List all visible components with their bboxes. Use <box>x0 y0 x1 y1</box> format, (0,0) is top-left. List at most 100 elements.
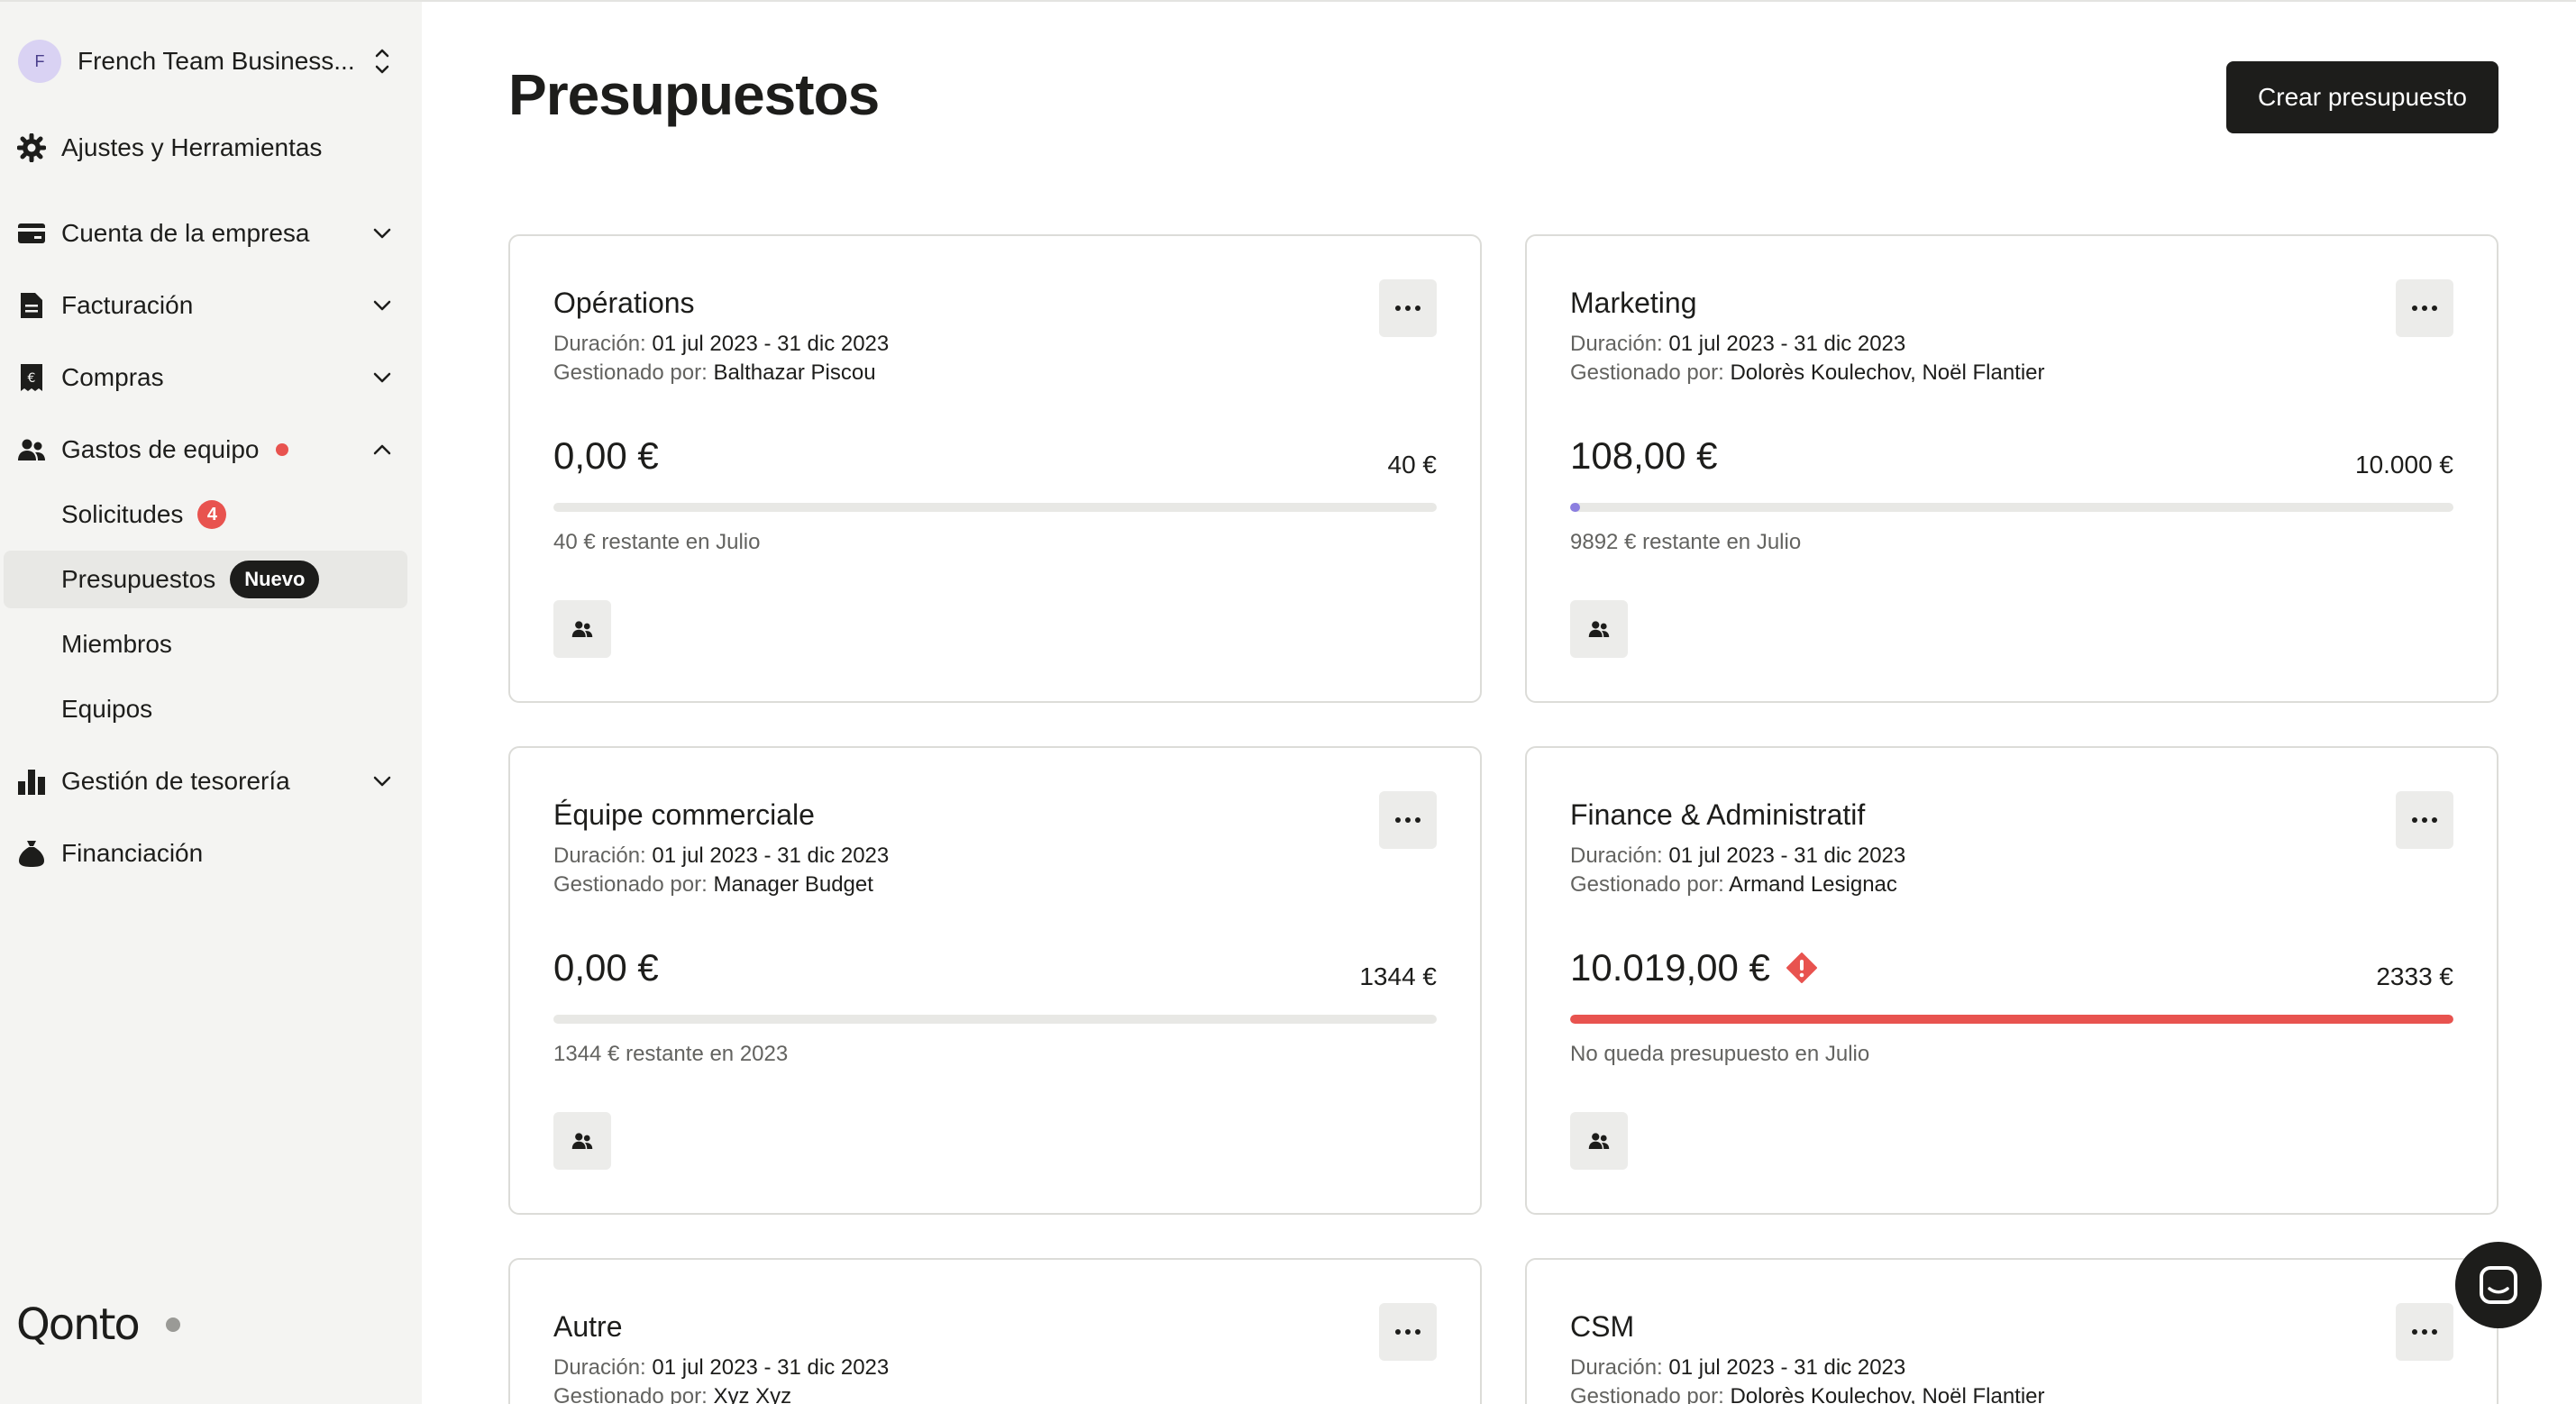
more-options-button[interactable] <box>1379 279 1437 337</box>
managers-value: Balthazar Piscou <box>713 360 876 385</box>
sidebar-item-label: Cuenta de la empresa <box>61 219 310 247</box>
spent-value: 10.019,00 € <box>1570 946 1770 989</box>
spent-value: 0,00 € <box>553 434 659 477</box>
managed-by-label: Gestionado por: <box>553 872 708 897</box>
budget-name: Autre <box>553 1310 623 1343</box>
sidebar-item-financing[interactable]: Financiación <box>16 828 404 879</box>
sidebar-item-purchases[interactable]: € Compras <box>16 352 404 403</box>
svg-text:€: € <box>28 371 36 386</box>
budget-managers: Gestionado por: Dolorès Koulechov, Noël … <box>1570 1384 2045 1404</box>
budget-limit: 10.000 € <box>2355 451 2453 479</box>
sidebar-item-label: Facturación <box>61 291 194 319</box>
budget-name: Marketing <box>1570 287 1697 319</box>
budget-card[interactable]: Autre Duración: 01 jul 2023 - 31 dic 202… <box>508 1258 1482 1404</box>
duration-value: 01 jul 2023 - 31 dic 2023 <box>652 1355 890 1380</box>
budget-duration: Duración: 01 jul 2023 - 31 dic 2023 <box>1570 332 1905 357</box>
duration-label: Duración: <box>1570 1355 1663 1380</box>
more-options-button[interactable] <box>1379 1303 1437 1361</box>
sidebar-subitem-budgets[interactable]: Presupuestos Nuevo <box>4 551 407 608</box>
page-title: Presupuestos <box>508 62 880 127</box>
sidebar-item-team-expenses[interactable]: Gastos de equipo <box>16 424 404 475</box>
budget-card[interactable]: Opérations Duración: 01 jul 2023 - 31 di… <box>508 234 1482 703</box>
budget-remaining: 1344 € restante en 2023 <box>553 1042 789 1066</box>
sidebar: F French Team Business... Ajustes y Herr… <box>0 2 422 1404</box>
sidebar-subitem-label: Solicitudes <box>61 500 184 528</box>
budget-managers: Gestionado por: Balthazar Piscou <box>553 360 876 386</box>
sidebar-item-settings[interactable]: Ajustes y Herramientas <box>16 123 404 173</box>
budget-managers: Gestionado por: Dolorès Koulechov, Noël … <box>1570 360 2045 386</box>
notification-dot <box>275 443 288 456</box>
budget-progress-bar <box>1570 1015 2453 1024</box>
duration-label: Duración: <box>553 1355 646 1380</box>
managers-value: Xyz Xyz <box>713 1384 792 1404</box>
managed-by-label: Gestionado por: <box>553 1384 708 1404</box>
budget-spent: 0,00 € <box>553 434 659 478</box>
duration-value: 01 jul 2023 - 31 dic 2023 <box>652 332 890 356</box>
team-icon <box>16 434 47 465</box>
sidebar-item-company-account[interactable]: Cuenta de la empresa <box>16 208 404 259</box>
requests-count-badge: 4 <box>197 500 227 529</box>
team-members-button[interactable] <box>553 600 611 658</box>
more-options-button[interactable] <box>2396 1303 2453 1361</box>
sidebar-subitem-teams[interactable]: Equipos <box>4 680 407 738</box>
duration-value: 01 jul 2023 - 31 dic 2023 <box>1668 843 1906 868</box>
sidebar-item-label: Financiación <box>61 839 204 867</box>
brand-wordmark: Qonto <box>16 1299 141 1350</box>
team-members-button[interactable] <box>553 1112 611 1170</box>
sidebar-item-label: Ajustes y Herramientas <box>61 133 323 161</box>
sidebar-subitem-label: Presupuestos <box>61 565 216 593</box>
progress-fill <box>1570 503 1580 512</box>
budget-spent: 108,00 € <box>1570 434 1718 478</box>
organization-switcher[interactable]: F French Team Business... <box>18 38 404 85</box>
more-options-button[interactable] <box>2396 279 2453 337</box>
sidebar-item-treasury[interactable]: Gestión de tesorería <box>16 756 404 807</box>
gear-icon <box>16 132 47 163</box>
status-dot <box>165 1317 180 1332</box>
sidebar-subitem-label: Miembros <box>61 630 172 658</box>
team-members-button[interactable] <box>1570 600 1628 658</box>
budget-duration: Duración: 01 jul 2023 - 31 dic 2023 <box>553 332 889 357</box>
create-budget-button[interactable]: Crear presupuesto <box>2226 61 2498 133</box>
budget-spent: 10.019,00 € <box>1570 946 1817 989</box>
budget-duration: Duración: 01 jul 2023 - 31 dic 2023 <box>1570 843 1905 869</box>
more-options-button[interactable] <box>2396 791 2453 849</box>
budget-limit: 1344 € <box>1359 962 1437 990</box>
app-window: F French Team Business... Ajustes y Herr… <box>0 0 2576 1404</box>
budget-limit: 2333 € <box>2376 962 2453 990</box>
receipt-euro-icon: € <box>16 362 47 393</box>
sidebar-subitem-requests[interactable]: Solicitudes 4 <box>4 486 407 543</box>
chevron-up-icon <box>373 444 391 455</box>
managed-by-label: Gestionado por: <box>1570 360 1724 385</box>
sidebar-item-invoicing[interactable]: Facturación <box>16 280 404 331</box>
chevron-down-icon <box>373 372 391 383</box>
chevron-down-icon <box>373 228 391 239</box>
budget-name: CSM <box>1570 1310 1635 1343</box>
bar-chart-icon <box>16 766 47 797</box>
budget-remaining: No queda presupuesto en Julio <box>1570 1042 1870 1066</box>
budget-remaining: 40 € restante en Julio <box>553 530 761 554</box>
team-icon <box>1588 621 1610 637</box>
team-members-button[interactable] <box>1570 1112 1628 1170</box>
budget-card[interactable]: CSM Duración: 01 jul 2023 - 31 dic 2023 … <box>1525 1258 2498 1404</box>
sidebar-subitem-members[interactable]: Miembros <box>4 615 407 673</box>
budget-progress-bar <box>553 1015 1437 1024</box>
sidebar-item-label: Gastos de equipo <box>61 435 260 463</box>
team-icon <box>571 1133 593 1149</box>
more-options-button[interactable] <box>1379 791 1437 849</box>
managers-value: Dolorès Koulechov, Noël Flantier <box>1730 360 2045 385</box>
sidebar-item-label: Compras <box>61 363 164 391</box>
budget-managers: Gestionado por: Armand Lesignac <box>1570 872 1897 898</box>
budget-duration: Duración: 01 jul 2023 - 31 dic 2023 <box>1570 1355 1905 1381</box>
budget-card[interactable]: Finance & Administratif Duración: 01 jul… <box>1525 746 2498 1215</box>
duration-label: Duración: <box>553 843 646 868</box>
spent-value: 0,00 € <box>553 946 659 989</box>
budget-card[interactable]: Équipe commerciale Duración: 01 jul 2023… <box>508 746 1482 1215</box>
budget-duration: Duración: 01 jul 2023 - 31 dic 2023 <box>553 843 889 869</box>
managed-by-label: Gestionado por: <box>1570 872 1724 897</box>
card-icon <box>16 218 47 249</box>
budget-card[interactable]: Marketing Duración: 01 jul 2023 - 31 dic… <box>1525 234 2498 703</box>
budget-remaining: 9892 € restante en Julio <box>1570 530 1802 554</box>
managers-value: Armand Lesignac <box>1729 872 1897 897</box>
chat-support-button[interactable] <box>2455 1242 2542 1328</box>
budget-name: Équipe commerciale <box>553 798 815 831</box>
